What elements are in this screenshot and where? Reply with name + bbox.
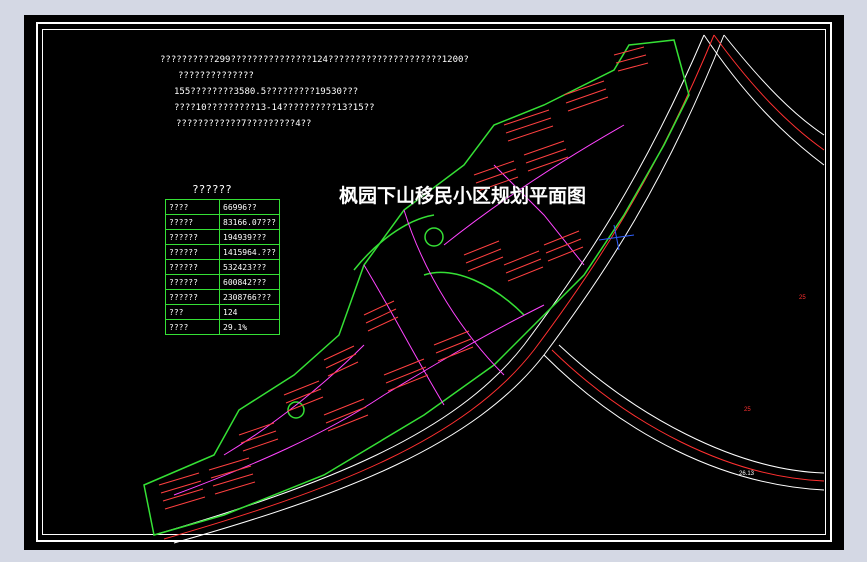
- stats-key: ??????: [165, 229, 220, 245]
- stats-key: ??????: [165, 244, 220, 260]
- design-note-2: ??????????????: [178, 71, 254, 81]
- elevation-label: 25: [799, 295, 806, 301]
- elevation-label: 26.13: [739, 471, 755, 477]
- stats-row: ????? 83166.07???: [165, 214, 280, 230]
- plan-title: 枫园下山移民小区规划平面图: [339, 185, 587, 207]
- stats-value: 124: [219, 304, 280, 320]
- stats-table: ???? 66996??????? 83166.07????????? 194939?…: [165, 199, 280, 335]
- stats-key: ????: [165, 199, 220, 215]
- site-plan: 25 25 26.13: [143, 34, 825, 544]
- stats-value: 532423???: [219, 259, 280, 275]
- elevation-label: 25: [744, 407, 751, 413]
- stats-row: ?????? 194939???: [165, 229, 280, 245]
- stats-value: 194939???: [219, 229, 280, 245]
- stats-key: ???: [165, 304, 220, 320]
- stats-table-title: ??????: [192, 183, 232, 196]
- stats-key: ??????: [165, 274, 220, 290]
- stats-row: ?????? 532423???: [165, 259, 280, 275]
- stats-value: 1415964.???: [219, 244, 280, 260]
- design-note-5: ????????????7?????????4??: [176, 119, 312, 129]
- stats-value: 83166.07???: [219, 214, 280, 230]
- stats-row: ???? 66996??: [165, 199, 280, 215]
- stats-row: ?????? 1415964.???: [165, 244, 280, 260]
- stats-key: ????: [165, 319, 220, 335]
- design-note-3: 155????????3580.5?????????19530???: [174, 87, 359, 97]
- stats-value: 66996??: [219, 199, 280, 215]
- design-note-4: ????10?????????13-14??????????13?15??: [174, 103, 375, 113]
- drawing-canvas: 25 25 26.13 ??????????299???????????????…: [24, 15, 844, 550]
- stats-row: ?????? 600842???: [165, 274, 280, 290]
- stats-key: ??????: [165, 289, 220, 305]
- stats-value: 29.1%: [219, 319, 280, 335]
- stats-value: 2308766???: [219, 289, 280, 305]
- stats-row: ???? 29.1%: [165, 319, 280, 335]
- stats-key: ??????: [165, 259, 220, 275]
- stats-key: ?????: [165, 214, 220, 230]
- stats-row: ?????? 2308766???: [165, 289, 280, 305]
- stats-value: 600842???: [219, 274, 280, 290]
- stats-row: ??? 124: [165, 304, 280, 320]
- design-note-1: ??????????299???????????????124?????????…: [160, 55, 469, 65]
